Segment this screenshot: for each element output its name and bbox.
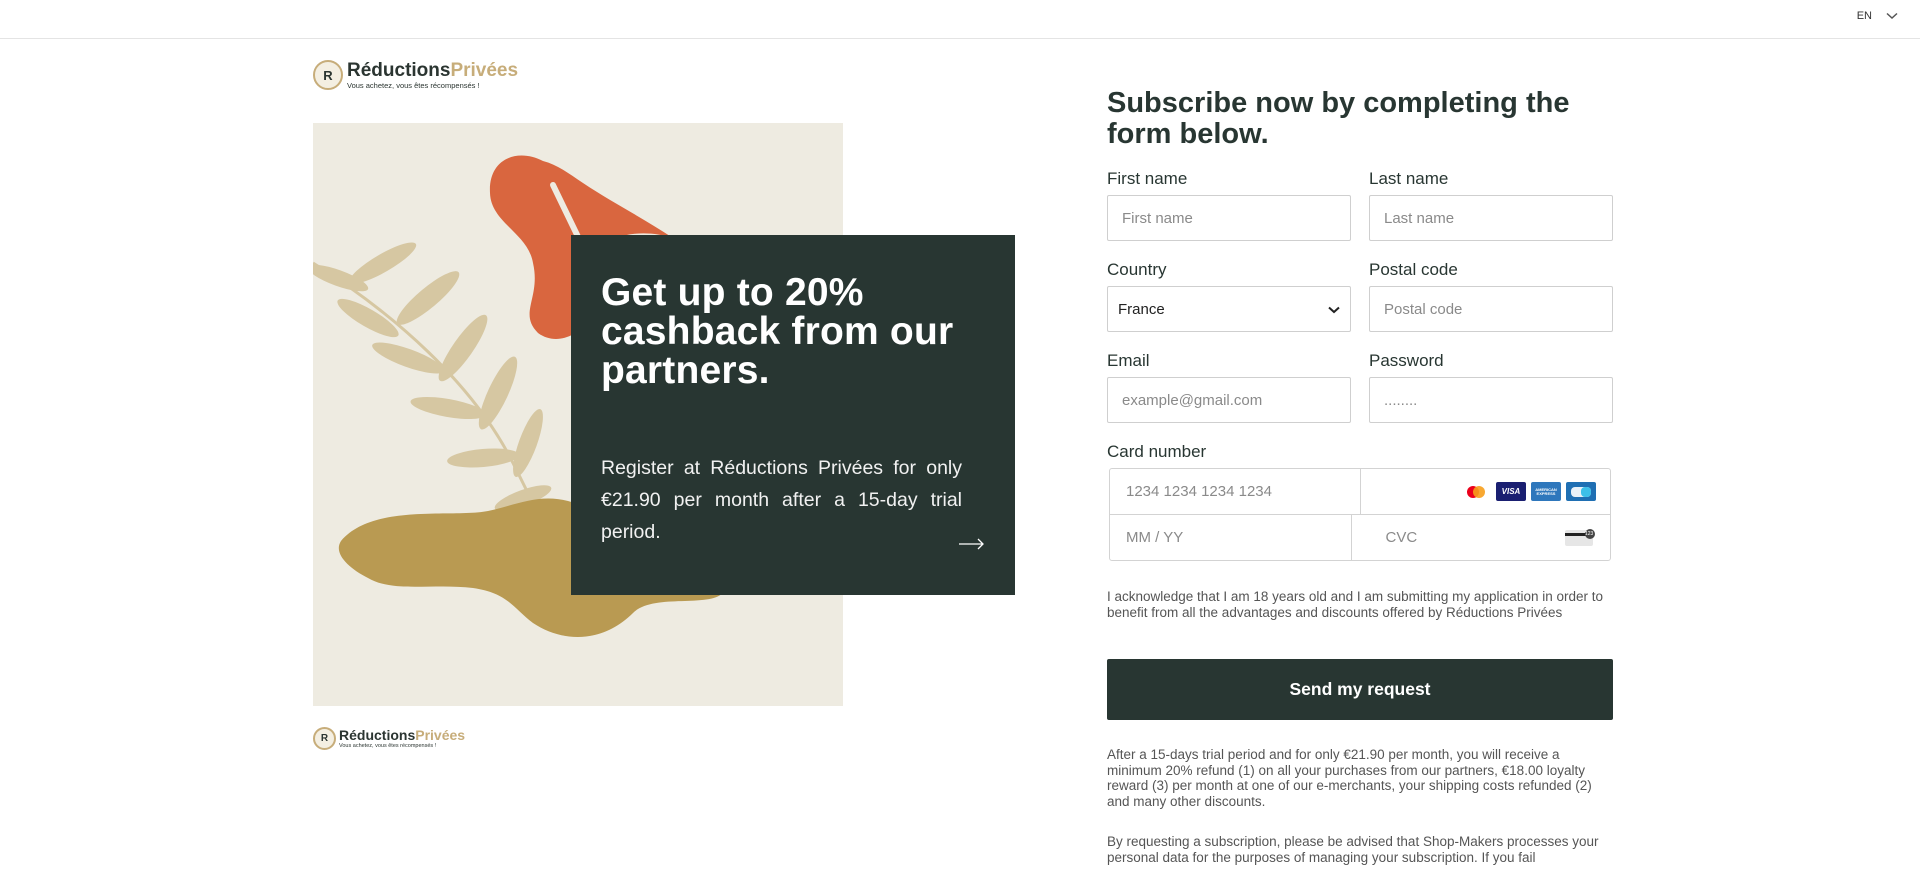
email-input[interactable] — [1107, 377, 1351, 423]
cvc-card-icon: 123 — [1564, 528, 1596, 548]
mastercard-icon — [1461, 482, 1491, 501]
chevron-down-icon — [1886, 12, 1898, 20]
postal-code-input[interactable] — [1369, 286, 1613, 332]
card-number-cell — [1110, 469, 1360, 514]
password-label: Password — [1369, 351, 1444, 370]
amex-text: AMERICAN EXPRESS — [1535, 486, 1557, 496]
age-acknowledgement: I acknowledge that I am 18 years old and… — [1107, 589, 1604, 620]
promo-title: Get up to 20% cashback from our partners… — [601, 271, 954, 392]
cvc-cell: 123 — [1350, 515, 1611, 560]
visa-text: VISA — [1501, 487, 1521, 496]
promo-body: Register at Réductions Privées for only … — [601, 457, 962, 543]
card-brands: VISA AMERICAN EXPRESS — [1461, 482, 1596, 501]
logo-tagline: Vous achetez, vous êtes récompensés ! — [339, 742, 437, 749]
language-code: EN — [1856, 10, 1872, 22]
password-field: Password — [1369, 351, 1613, 423]
logo-tagline: Vous achetez, vous êtes récompensés ! — [347, 80, 480, 90]
first-name-input[interactable] — [1107, 195, 1351, 241]
send-request-button[interactable]: Send my request — [1107, 659, 1613, 720]
language-selector[interactable]: EN — [1857, 10, 1898, 22]
card-cvc-input[interactable] — [1383, 528, 1564, 547]
logo-name-part2: Privées — [415, 726, 466, 743]
card-number-label: Card number — [1107, 442, 1207, 461]
top-bar: EN — [0, 0, 1920, 39]
last-name-field: Last name — [1369, 169, 1613, 241]
card-brands-cell: VISA AMERICAN EXPRESS — [1359, 469, 1611, 514]
brand-logo[interactable]: R RéductionsPrivées Vous achetez, vous ê… — [313, 60, 518, 90]
postal-code-field: Postal code — [1369, 260, 1613, 332]
cvc-badge-text: 123 — [1585, 530, 1594, 537]
brand-logo-footer[interactable]: R RéductionsPrivées Vous achetez, vous ê… — [313, 727, 465, 750]
subscription-form: Subscribe now by completing the form bel… — [1107, 88, 1613, 865]
card-number-input[interactable] — [1124, 482, 1346, 501]
last-name-input[interactable] — [1369, 195, 1613, 241]
password-input[interactable] — [1369, 377, 1613, 423]
card-element: VISA AMERICAN EXPRESS — [1109, 468, 1611, 561]
logo-mark: R — [313, 727, 336, 750]
logo-name-part2: Privées — [450, 59, 519, 81]
logo-name: RéductionsPrivées — [347, 59, 519, 81]
arrow-right-icon[interactable] — [959, 537, 985, 555]
last-name-label: Last name — [1369, 169, 1449, 188]
amex-icon: AMERICAN EXPRESS — [1531, 482, 1561, 501]
expiry-cell — [1110, 515, 1351, 560]
country-select[interactable]: France — [1107, 286, 1351, 332]
logo-mark: R — [313, 60, 343, 90]
email-label: Email — [1107, 351, 1150, 370]
visa-icon: VISA — [1496, 482, 1526, 501]
trial-terms-note: After a 15-days trial period and for onl… — [1107, 747, 1592, 809]
postal-code-label: Postal code — [1369, 260, 1458, 279]
card-expiry-input[interactable] — [1124, 528, 1337, 547]
privacy-note: By requesting a subscription, please be … — [1107, 834, 1599, 865]
country-value: France — [1118, 300, 1165, 318]
logo-name: RéductionsPrivées — [339, 726, 466, 743]
logo-name-part1: Réductions — [347, 59, 451, 81]
country-field: Country France — [1107, 260, 1351, 332]
first-name-label: First name — [1107, 169, 1188, 188]
first-name-field: First name — [1107, 169, 1351, 241]
email-field: Email — [1107, 351, 1351, 423]
form-title: Subscribe now by completing the form bel… — [1107, 87, 1570, 150]
promo-card: Get up to 20% cashback from our partners… — [571, 235, 1015, 595]
cartes-bancaires-icon — [1566, 482, 1596, 501]
chevron-down-icon — [1328, 301, 1340, 318]
logo-name-part1: Réductions — [339, 726, 416, 743]
country-label: Country — [1107, 260, 1167, 279]
